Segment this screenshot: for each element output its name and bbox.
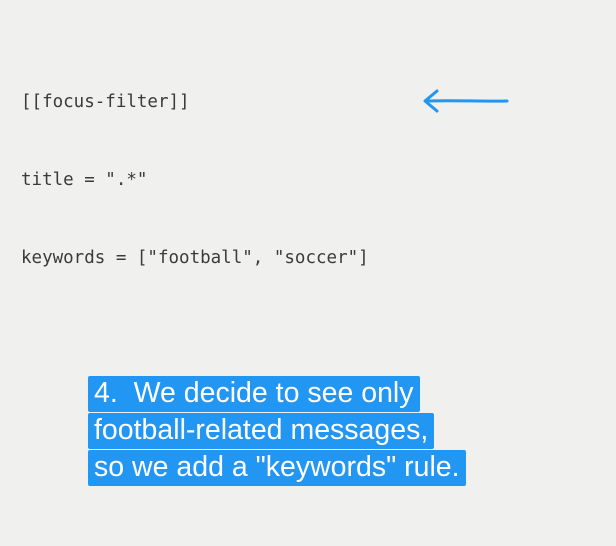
- code-line-title: title = ".*": [21, 170, 148, 190]
- code-line-section-header: [[focus-filter]]: [21, 92, 190, 112]
- config-code-block: [[focus-filter]] title = ".*" keywords =…: [21, 37, 369, 297]
- caption-box: 4. We decide to see only football-relate…: [88, 375, 466, 486]
- caption-text: 4. We decide to see only: [88, 376, 420, 412]
- left-arrow-icon: [423, 89, 509, 113]
- caption-line: so we add a "keywords" rule.: [88, 449, 466, 486]
- code-line-keywords: keywords = ["football", "soccer"]: [21, 248, 369, 268]
- caption-text: football-related messages,: [88, 413, 435, 449]
- page: { "code": { "lines": [ "[[focus-filter]]…: [0, 0, 616, 546]
- caption-line: football-related messages,: [88, 412, 466, 449]
- caption-line: 4. We decide to see only: [88, 375, 466, 412]
- caption-text: so we add a "keywords" rule.: [88, 450, 466, 486]
